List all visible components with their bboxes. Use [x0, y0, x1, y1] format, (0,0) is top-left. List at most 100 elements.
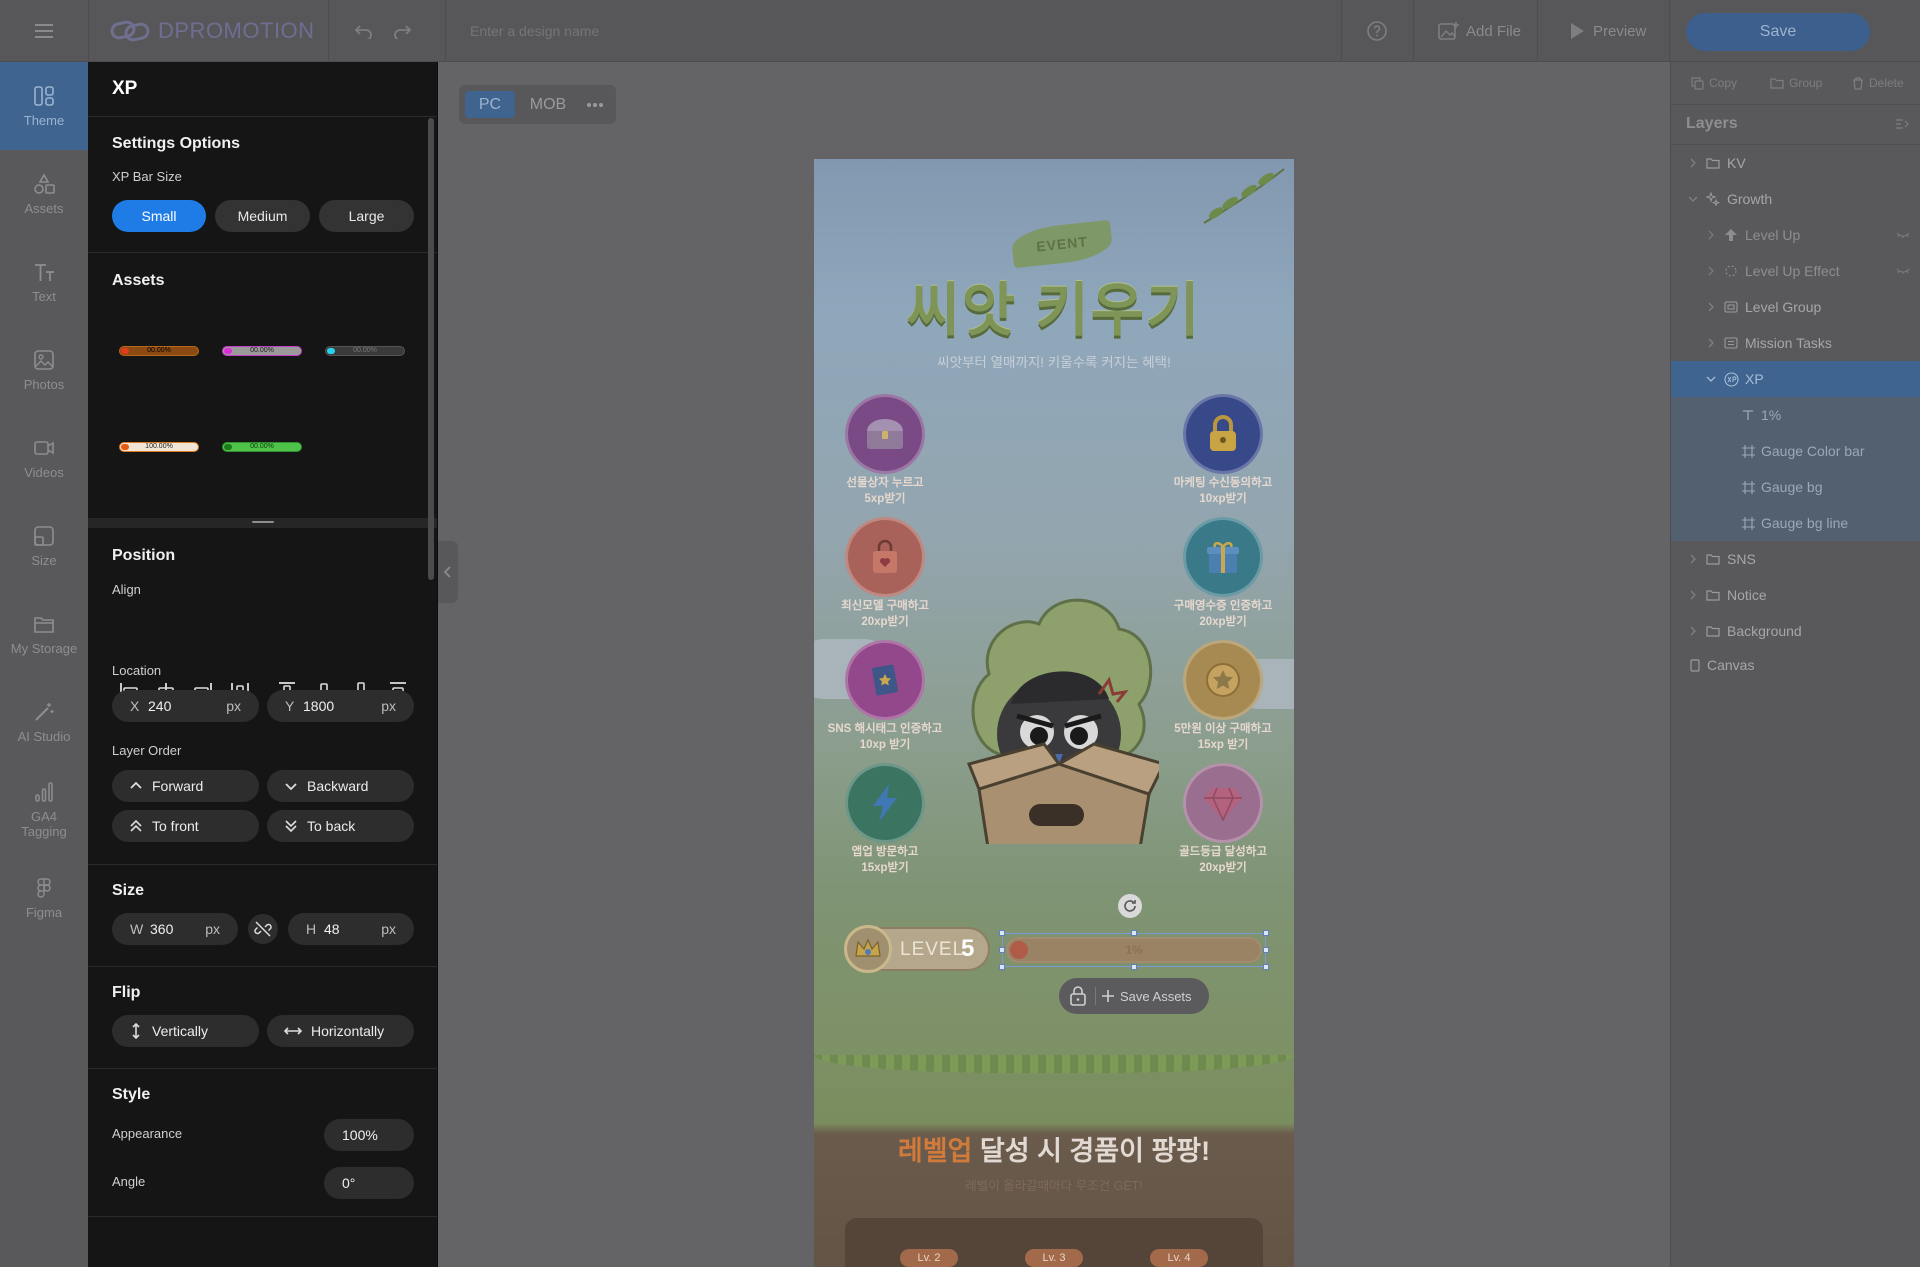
preview-label: Preview	[1593, 22, 1647, 40]
selection-handle[interactable]	[1263, 964, 1269, 970]
collapse-panel-button[interactable]	[438, 541, 458, 603]
flip-horizontal-button[interactable]: Horizontally	[267, 1015, 414, 1047]
appearance-input[interactable]: 100%	[324, 1119, 414, 1151]
mission-badge[interactable]: 골드등급 달성하고 20xp받기	[1179, 763, 1267, 875]
xp-bar-asset-5[interactable]: 00.00%	[222, 442, 302, 452]
layer-item[interactable]: Notice	[1671, 577, 1920, 613]
preview-button[interactable]: Preview	[1569, 0, 1646, 62]
pc-button[interactable]: PC	[465, 91, 515, 118]
chevron-down-icon	[1688, 196, 1698, 202]
layer-item[interactable]: Level Up Effect	[1671, 253, 1920, 289]
help-button[interactable]	[1364, 0, 1390, 62]
mission-badge[interactable]: SNS 해시태그 인증하고 10xp 받기	[828, 640, 942, 752]
selection-handle[interactable]	[999, 964, 1005, 970]
layer-item[interactable]: KV	[1671, 145, 1920, 181]
more-options-button[interactable]	[581, 91, 609, 118]
hidden-eye-icon[interactable]	[1896, 231, 1910, 239]
backward-button[interactable]: Backward	[267, 770, 414, 802]
mission-badge[interactable]: 최신모델 구매하고 20xp받기	[841, 517, 929, 629]
group-button[interactable]: Group	[1770, 76, 1822, 90]
xp-bar-asset-2[interactable]: 00.00%	[222, 346, 302, 356]
layer-item-selected[interactable]: XP	[1671, 361, 1920, 397]
rail-item-ga4-tagging[interactable]: GA4 Tagging	[0, 766, 88, 854]
book-icon	[845, 640, 925, 720]
design-name-input[interactable]	[470, 18, 1030, 44]
mission-badge[interactable]: 마케팅 수신동의하고 10xp받기	[1174, 394, 1272, 506]
mission-badge[interactable]: 선물상자 누르고 5xp받기	[845, 394, 925, 506]
size-small-button[interactable]: Small	[112, 200, 206, 232]
selection-handle[interactable]	[1131, 930, 1137, 936]
hidden-eye-icon[interactable]	[1896, 267, 1910, 275]
layer-item[interactable]: 1%	[1671, 397, 1920, 433]
layer-item[interactable]: Gauge Color bar	[1671, 433, 1920, 469]
layer-item[interactable]: Growth	[1671, 181, 1920, 217]
to-front-button[interactable]: To front	[112, 810, 259, 842]
add-file-button[interactable]: Add File	[1438, 0, 1521, 62]
mission-badge[interactable]: 5만원 이상 구매하고 15xp 받기	[1174, 640, 1272, 752]
rail-item-my-storage[interactable]: My Storage	[0, 590, 88, 678]
selection-handle[interactable]	[999, 930, 1005, 936]
width-field[interactable]: W 360 px	[112, 913, 238, 945]
level-tab[interactable]: Lv. 3	[1025, 1249, 1083, 1267]
redo-button[interactable]	[390, 0, 414, 62]
selection-handle[interactable]	[1263, 947, 1269, 953]
collapse-all-icon[interactable]	[1895, 118, 1909, 130]
layer-item[interactable]: Gauge bg	[1671, 469, 1920, 505]
logo[interactable]: DPROMOTION	[110, 0, 315, 62]
flip-vertical-button[interactable]: Vertically	[112, 1015, 259, 1047]
lock-ratio-button[interactable]	[248, 914, 278, 944]
delete-button[interactable]: Delete	[1852, 76, 1904, 90]
rail-item-size[interactable]: Size	[0, 502, 88, 590]
angle-input[interactable]: 0°	[324, 1167, 414, 1199]
xp-bar-asset-4[interactable]: 100.00%	[119, 442, 199, 452]
layer-item[interactable]: Level Group	[1671, 289, 1920, 325]
rotate-handle[interactable]	[1118, 894, 1142, 918]
copy-button[interactable]: Copy	[1691, 76, 1737, 90]
mission-badge[interactable]: 구매영수증 인증하고 20xp받기	[1174, 517, 1272, 629]
to-back-button[interactable]: To back	[267, 810, 414, 842]
frame-icon	[1742, 444, 1755, 458]
save-assets-button[interactable]: Save Assets	[1101, 978, 1192, 1014]
size-medium-button[interactable]: Medium	[215, 200, 310, 232]
rail-item-ai-studio[interactable]: AI Studio	[0, 678, 88, 766]
layer-item[interactable]: Level Up	[1671, 217, 1920, 253]
mission-badge[interactable]: 앱업 방문하고 15xp받기	[845, 763, 925, 875]
rail-item-photos[interactable]: Photos	[0, 326, 88, 414]
mob-button[interactable]: MOB	[523, 91, 573, 118]
rail-item-figma[interactable]: Figma	[0, 854, 88, 942]
xp-bar-asset-1[interactable]: 00.00%	[119, 346, 199, 356]
chevron-down-icon	[1706, 376, 1716, 382]
size-large-button[interactable]: Large	[319, 200, 414, 232]
layer-item[interactable]: Gauge bg line	[1671, 505, 1920, 541]
style-heading: Style	[112, 1086, 151, 1103]
rail-item-videos[interactable]: Videos	[0, 414, 88, 502]
selection-handle[interactable]	[1263, 930, 1269, 936]
selection-handle[interactable]	[1131, 964, 1137, 970]
undo-button[interactable]	[352, 0, 376, 62]
panel-scrollbar[interactable]	[428, 118, 434, 580]
save-button[interactable]: Save	[1686, 13, 1870, 51]
design-canvas[interactable]: EVENT 씨앗 키우기 씨앗부터 열매까지! 키울수록 커지는 혜택! 선물상…	[814, 159, 1294, 1267]
rail-item-text[interactable]: Text	[0, 238, 88, 326]
forward-button[interactable]: Forward	[112, 770, 259, 802]
layer-item[interactable]: Background	[1671, 613, 1920, 649]
resize-handle[interactable]	[88, 518, 437, 528]
level-tab[interactable]: Lv. 2	[900, 1249, 958, 1267]
height-field[interactable]: H 48 px	[288, 913, 414, 945]
asset-label: 100.00%	[145, 443, 173, 450]
layer-item[interactable]: Canvas	[1671, 647, 1920, 683]
selection-handle[interactable]	[999, 947, 1005, 953]
level-label: LEVEL	[900, 939, 965, 960]
x-field[interactable]: X 240 px	[112, 690, 259, 722]
layer-item[interactable]: Mission Tasks	[1671, 325, 1920, 361]
menu-button[interactable]	[24, 0, 64, 62]
xp-gauge[interactable]: 1%	[999, 930, 1269, 970]
lock-button[interactable]	[1069, 986, 1089, 1006]
rail-item-assets[interactable]: Assets	[0, 150, 88, 238]
rail-item-theme[interactable]: Theme	[0, 62, 88, 150]
xp-bar-asset-3[interactable]: 00.00%	[325, 346, 405, 356]
level-tab[interactable]: Lv. 4	[1150, 1249, 1208, 1267]
y-field[interactable]: Y 1800 px	[267, 690, 414, 722]
event-tag-text: EVENT	[1035, 233, 1089, 255]
layer-item[interactable]: SNS	[1671, 541, 1920, 577]
